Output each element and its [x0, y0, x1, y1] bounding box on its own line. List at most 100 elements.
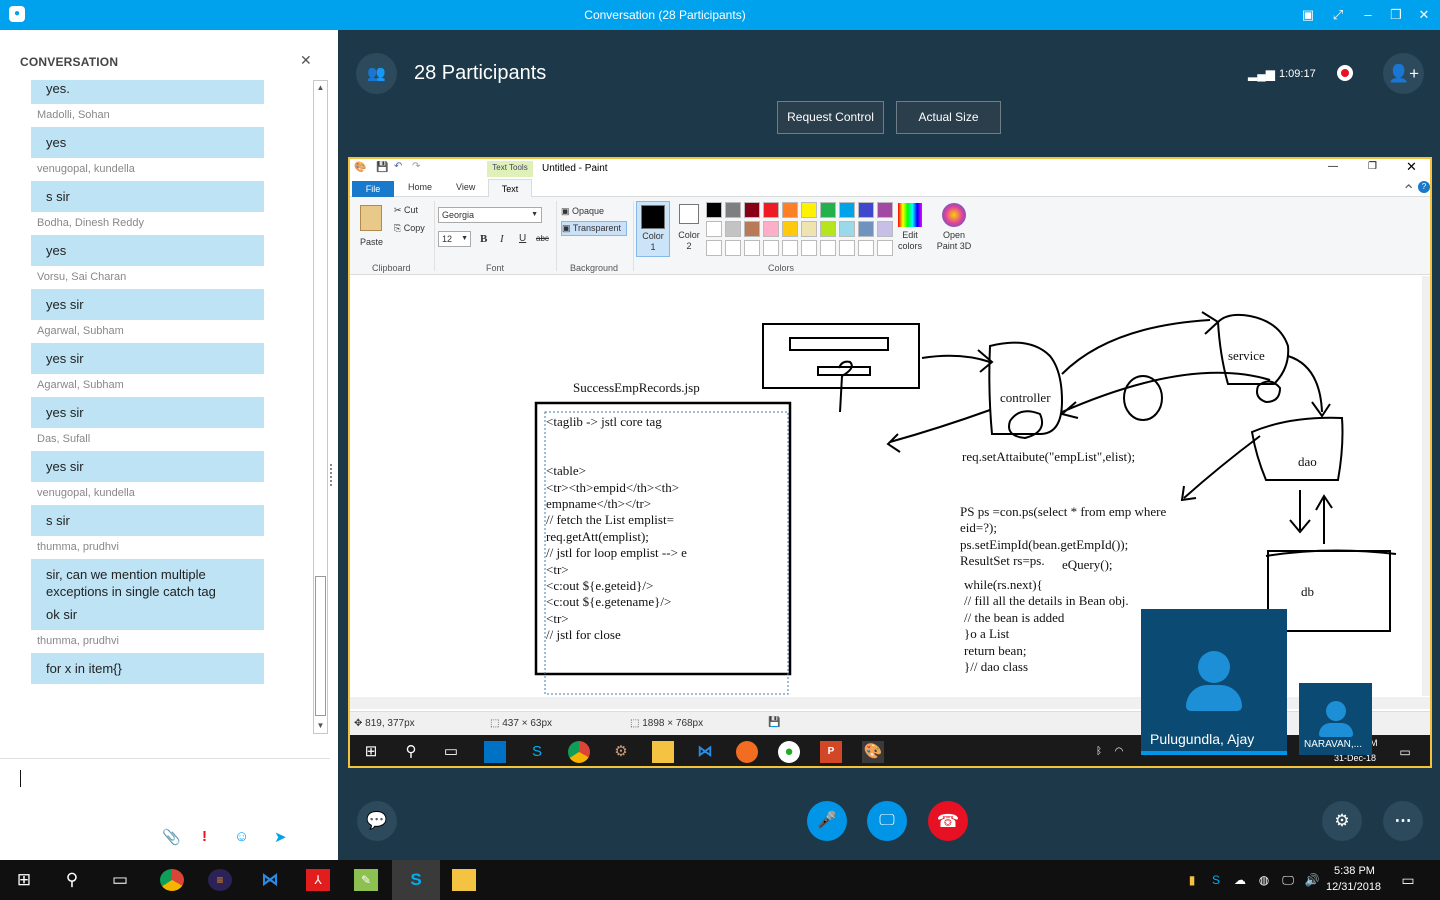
save-icon[interactable]: 💾: [376, 162, 388, 173]
chrome-icon[interactable]: [568, 741, 590, 763]
color-swatch[interactable]: [782, 221, 798, 237]
color-swatch[interactable]: [763, 221, 779, 237]
message-bubble[interactable]: s sir: [31, 505, 264, 536]
video-tile-small[interactable]: NARAVAN,...: [1299, 683, 1372, 755]
restore-button[interactable]: ❐: [1388, 6, 1404, 24]
color-swatch[interactable]: [782, 240, 798, 256]
color-swatch[interactable]: [801, 240, 817, 256]
underline-button[interactable]: U: [519, 233, 526, 244]
color-swatch[interactable]: [725, 240, 741, 256]
color-swatch[interactable]: [763, 202, 779, 218]
message-bubble[interactable]: for x in item{}: [31, 653, 264, 684]
color-swatch[interactable]: [801, 202, 817, 218]
video-tile-main[interactable]: Pulugundla, Ajay: [1141, 609, 1287, 755]
volume-icon[interactable]: 🔊: [1300, 869, 1324, 891]
explorer-icon[interactable]: [652, 741, 674, 763]
color-swatch[interactable]: [706, 202, 722, 218]
paint-taskbar-icon[interactable]: 🎨: [862, 741, 884, 763]
pane-resize-handle[interactable]: [330, 464, 334, 486]
paint-restore-button[interactable]: ❐: [1368, 161, 1377, 172]
message-bubble[interactable]: s sir: [31, 181, 264, 212]
paint-minimize-button[interactable]: —: [1328, 161, 1338, 172]
color-swatch[interactable]: [858, 240, 874, 256]
message-bubble[interactable]: yes sir: [31, 451, 264, 482]
notification-icon[interactable]: ▭: [1394, 741, 1416, 763]
color-swatch[interactable]: [858, 221, 874, 237]
color2-button[interactable]: Color 2: [672, 201, 706, 257]
copy-button[interactable]: ⎘ Copy: [394, 223, 425, 234]
search-icon[interactable]: ⚲: [400, 741, 422, 763]
font-family-select[interactable]: Georgia ▼: [438, 207, 542, 223]
color-swatch[interactable]: [725, 202, 741, 218]
search-icon[interactable]: ⚲: [60, 869, 84, 891]
color-swatch[interactable]: [839, 221, 855, 237]
message-bubble[interactable]: sir, can we mention multiple exceptions …: [31, 559, 264, 630]
close-icon[interactable]: ✕: [300, 52, 312, 69]
color-swatch[interactable]: [820, 240, 836, 256]
chat-icon[interactable]: 💬: [357, 801, 397, 841]
opaque-button[interactable]: ▣ Opaque: [561, 204, 623, 218]
scrollbar[interactable]: ▲ ▼: [313, 80, 328, 734]
edit-colors-button[interactable]: Edit colors: [896, 203, 924, 252]
color-swatch[interactable]: [877, 221, 893, 237]
message-bubble[interactable]: yes sir: [31, 397, 264, 428]
call-settings-icon[interactable]: ⚙: [1322, 801, 1362, 841]
start-icon[interactable]: ⊞: [12, 869, 36, 891]
color-swatch[interactable]: [706, 221, 722, 237]
fullscreen-icon[interactable]: ⤢: [1330, 6, 1346, 24]
tab-view[interactable]: View: [456, 182, 475, 192]
mute-mic-button[interactable]: 🎤: [807, 801, 847, 841]
urgent-icon[interactable]: !: [202, 828, 207, 845]
hang-up-button[interactable]: ☎: [928, 801, 968, 841]
eclipse-icon[interactable]: ≡: [208, 869, 232, 891]
color-swatch[interactable]: [820, 221, 836, 237]
message-bubble[interactable]: yes sir: [31, 289, 264, 320]
color-swatch[interactable]: [801, 221, 817, 237]
message-input[interactable]: [0, 760, 330, 815]
actual-size-button[interactable]: Actual Size: [896, 101, 1001, 134]
color-swatch[interactable]: [744, 240, 760, 256]
color-swatch[interactable]: [782, 202, 798, 218]
more-options-icon[interactable]: ⋯: [1383, 801, 1423, 841]
compass-icon[interactable]: [736, 741, 758, 763]
tab-home[interactable]: Home: [408, 182, 432, 192]
skype-icon[interactable]: S: [526, 741, 548, 763]
message-bubble[interactable]: yes.: [31, 80, 264, 104]
task-view-icon[interactable]: ▭: [108, 869, 132, 891]
request-control-button[interactable]: Request Control: [777, 101, 884, 134]
message-bubble[interactable]: yes: [31, 235, 264, 266]
color-swatch[interactable]: [877, 240, 893, 256]
color-swatch[interactable]: [706, 240, 722, 256]
help-icon[interactable]: ?: [1418, 181, 1430, 193]
bold-button[interactable]: B: [480, 233, 487, 245]
record-icon[interactable]: [1337, 65, 1353, 81]
paste-icon[interactable]: [360, 205, 382, 231]
color-swatch[interactable]: [744, 202, 760, 218]
paint-close-button[interactable]: ✕: [1406, 159, 1417, 175]
color-swatch[interactable]: [858, 202, 874, 218]
emoticon-icon[interactable]: ☺: [234, 828, 249, 845]
attach-icon[interactable]: 📎: [162, 828, 181, 846]
scroll-up-icon[interactable]: ▲: [314, 81, 327, 95]
action-center-icon[interactable]: ▭: [1396, 869, 1420, 891]
tab-file[interactable]: File: [352, 181, 394, 197]
italic-button[interactable]: I: [500, 233, 504, 245]
message-bubble[interactable]: yes: [31, 127, 264, 158]
color-swatch[interactable]: [877, 202, 893, 218]
skype-icon[interactable]: S: [404, 869, 428, 891]
minimize-button[interactable]: –: [1360, 6, 1376, 24]
color1-button[interactable]: Color 1: [636, 201, 670, 257]
acrobat-icon[interactable]: ⅄: [306, 869, 330, 891]
color-swatch[interactable]: [725, 221, 741, 237]
undo-icon[interactable]: ↶: [394, 161, 402, 172]
message-bubble[interactable]: yes sir: [31, 343, 264, 374]
add-participant-icon[interactable]: 👤+: [1383, 53, 1424, 94]
transparent-button[interactable]: ▣ Transparent: [561, 221, 627, 236]
cut-button[interactable]: ✂ Cut: [394, 205, 418, 216]
color-swatch[interactable]: [820, 202, 836, 218]
powerpoint-icon[interactable]: P: [820, 741, 842, 763]
vscode-icon[interactable]: ⋈: [694, 741, 716, 763]
color-swatch[interactable]: [763, 240, 779, 256]
contact-card-icon[interactable]: ▣: [1300, 6, 1316, 24]
tab-text[interactable]: Text: [488, 179, 532, 198]
